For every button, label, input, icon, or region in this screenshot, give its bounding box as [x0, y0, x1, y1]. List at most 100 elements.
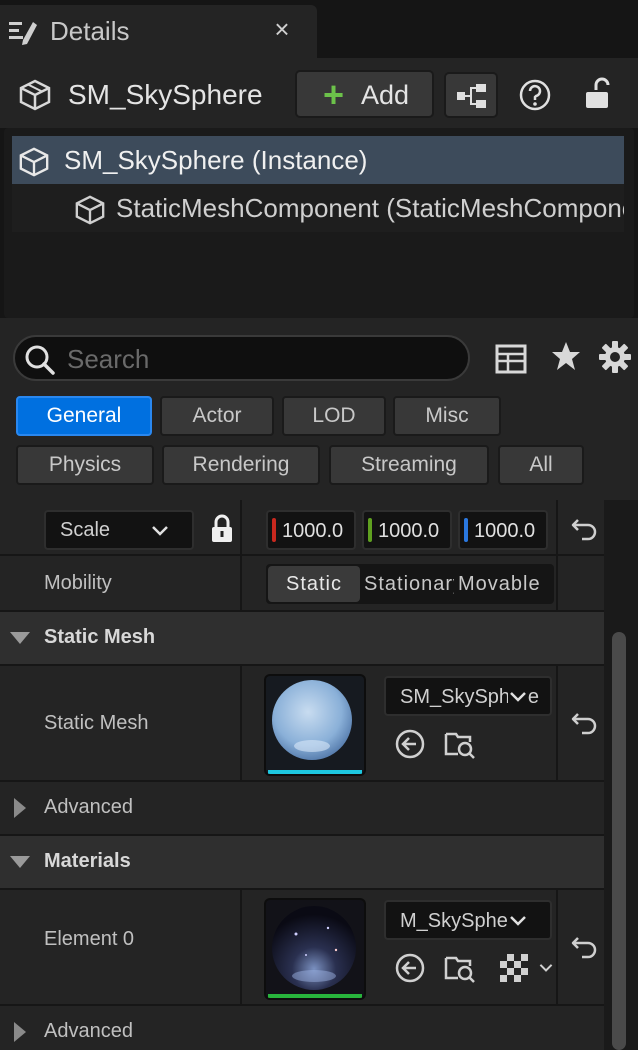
tab-title: Details [50, 16, 130, 46]
x-axis-bar [272, 518, 276, 542]
column-divider [556, 500, 558, 556]
unlock-icon[interactable] [582, 76, 616, 112]
tree-row-component[interactable]: StaticMeshComponent (StaticMeshComponent… [12, 184, 624, 232]
column-divider [240, 556, 242, 610]
filter-general[interactable]: General [16, 396, 152, 436]
browse-asset-icon[interactable] [444, 952, 476, 984]
properties-panel: Scale 1000.0 1000.0 1000.0 Mobility Stat… [0, 500, 604, 1050]
material-element-row: Element 0 M_SkySphere [0, 890, 604, 1006]
search-input[interactable] [67, 339, 457, 379]
add-component-button[interactable]: + Add [295, 70, 434, 118]
scale-y-field[interactable]: 1000.0 [362, 510, 452, 550]
scale-z-field[interactable]: 1000.0 [458, 510, 548, 550]
filter-streaming[interactable]: Streaming [329, 445, 489, 485]
expand-arrow-icon [10, 632, 30, 644]
mobility-static-option[interactable]: Static [268, 566, 360, 602]
sky-material-thumbnail-icon [266, 900, 364, 998]
column-divider [240, 666, 242, 780]
property-matrix-icon[interactable] [494, 342, 528, 376]
search-box[interactable] [13, 335, 470, 381]
category-title: Static Mesh [44, 626, 156, 648]
category-title: Materials [44, 850, 131, 872]
tree-row-label: StaticMeshComponent (StaticMeshComponent… [116, 193, 624, 223]
chevron-down-icon [508, 911, 528, 931]
static-mesh-thumbnail[interactable] [266, 676, 364, 774]
column-divider [240, 890, 242, 1004]
filter-actor[interactable]: Actor [160, 396, 274, 436]
mobility-movable-option[interactable]: Movable [458, 566, 540, 602]
mobility-row: Mobility Static Stationary Movable [0, 556, 604, 612]
advanced-label: Advanced [44, 1020, 133, 1042]
static-mesh-icon [75, 195, 105, 225]
static-mesh-icon [19, 147, 49, 177]
tree-row-label: SM_SkySphere (Instance) [64, 145, 368, 175]
material-thumbnail[interactable] [266, 900, 364, 998]
category-materials[interactable]: Materials [0, 836, 604, 890]
component-tree: SM_SkySphere (Instance) StaticMeshCompon… [4, 128, 634, 318]
static-mesh-row: Static Mesh SM_SkySphere [0, 666, 604, 782]
advanced-static-mesh[interactable]: Advanced [0, 782, 604, 836]
help-icon[interactable] [518, 78, 552, 112]
reset-to-default-icon[interactable] [570, 932, 600, 962]
filter-misc[interactable]: Misc [393, 396, 501, 436]
chevron-down-icon [152, 526, 168, 536]
reset-to-default-icon[interactable] [570, 514, 600, 544]
lock-icon[interactable] [208, 514, 236, 544]
filter-all[interactable]: All [498, 445, 584, 485]
mobility-stationary-option[interactable]: Stationary [364, 566, 454, 602]
static-mesh-icon [19, 79, 51, 111]
reset-to-default-icon[interactable] [570, 708, 600, 738]
scale-row: Scale 1000.0 1000.0 1000.0 [0, 500, 604, 556]
column-divider [556, 890, 558, 1006]
hierarchy-icon [457, 84, 486, 108]
chevron-down-icon[interactable] [538, 960, 554, 976]
star-icon[interactable] [550, 340, 582, 372]
gear-icon[interactable] [598, 340, 632, 374]
column-divider [556, 556, 558, 612]
details-tab[interactable]: Details × [0, 5, 317, 58]
static-mesh-asset-dropdown[interactable]: SM_SkySphere [384, 676, 552, 716]
actor-header: SM_SkySphere + Add [0, 58, 638, 128]
element-label: Element 0 [44, 928, 135, 950]
z-axis-bar [464, 518, 468, 542]
advanced-materials[interactable]: Advanced [0, 1006, 604, 1050]
hierarchy-button[interactable] [444, 72, 498, 118]
asset-type-underline [268, 770, 362, 774]
sphere-thumbnail-icon [266, 676, 364, 774]
transform-mode-dropdown[interactable]: Scale [44, 510, 194, 550]
scale-x-field[interactable]: 1000.0 [266, 510, 356, 550]
filter-rendering[interactable]: Rendering [162, 445, 320, 485]
material-asset-dropdown[interactable]: M_SkySphere [384, 900, 552, 940]
collapsed-arrow-icon [14, 1022, 26, 1042]
actor-name: SM_SkySphere [68, 79, 263, 110]
column-divider [556, 666, 558, 782]
expand-arrow-icon [10, 856, 30, 868]
mobility-segmented-control: Static Stationary Movable [266, 564, 554, 604]
material-asset-value: M_SkySphere [400, 910, 526, 932]
browse-asset-icon[interactable] [444, 728, 476, 760]
plus-icon: + [323, 74, 345, 115]
filter-physics[interactable]: Physics [16, 445, 154, 485]
chevron-down-icon [508, 687, 528, 707]
scale-x-value: 1000.0 [282, 520, 344, 542]
y-axis-bar [368, 518, 372, 542]
transform-mode-value: Scale [60, 519, 111, 541]
search-icon [25, 345, 55, 375]
search-filter-area: General Actor LOD Misc Physics Rendering… [0, 318, 638, 500]
add-label: Add [361, 80, 410, 110]
close-icon[interactable]: × [270, 14, 294, 45]
static-mesh-label: Static Mesh [44, 712, 149, 734]
asset-type-underline [268, 994, 362, 998]
filter-lod[interactable]: LOD [282, 396, 386, 436]
scale-y-value: 1000.0 [378, 520, 440, 542]
details-icon [9, 22, 37, 45]
use-selected-asset-icon[interactable] [394, 952, 426, 984]
checker-preview-icon[interactable] [500, 954, 528, 982]
use-selected-asset-icon[interactable] [394, 728, 426, 760]
column-divider [240, 500, 242, 554]
category-static-mesh[interactable]: Static Mesh [0, 612, 604, 666]
tab-bar: Details × [0, 0, 638, 58]
scrollbar-thumb[interactable] [612, 632, 626, 1050]
advanced-label: Advanced [44, 796, 133, 818]
tree-row-actor[interactable]: SM_SkySphere (Instance) [12, 136, 624, 184]
